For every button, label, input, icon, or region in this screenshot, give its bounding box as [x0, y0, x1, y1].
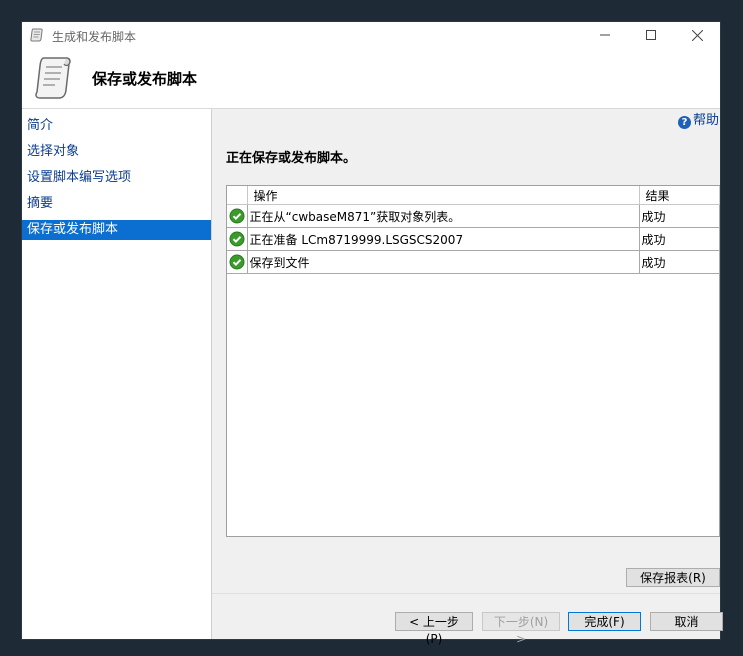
footer-divider [212, 593, 720, 594]
script-scroll-icon [30, 28, 43, 42]
nav-item-select-objects[interactable]: 选择对象 [22, 142, 211, 162]
table-row[interactable]: 保存到文件 成功 [227, 250, 720, 274]
table-row[interactable]: 正在从“cwbaseM871”获取对象列表。 成功 [227, 204, 720, 228]
help-link[interactable]: ? 帮助 [678, 113, 719, 129]
window-title: 生成和发布脚本 [52, 30, 137, 44]
success-check-icon [229, 208, 245, 224]
maximize-icon [646, 30, 656, 40]
row-action: 正在准备 LCm8719999.LSGSCS2007 [247, 227, 640, 251]
row-result: 成功 [639, 204, 720, 228]
row-result: 成功 [639, 250, 720, 274]
grid-header-row: 操作 结果 [227, 186, 720, 205]
row-result: 成功 [639, 227, 720, 251]
column-header-result[interactable]: 结果 [639, 186, 720, 205]
row-action: 正在从“cwbaseM871”获取对象列表。 [247, 204, 640, 228]
results-grid[interactable]: 操作 结果 正在从“cwbaseM871”获取对象列表。 成功 正在准备 LCm… [226, 185, 720, 537]
minimize-icon [600, 34, 610, 36]
wizard-header: 保存或发布脚本 [22, 48, 720, 109]
row-action: 保存到文件 [247, 250, 640, 274]
nav-item-script-options[interactable]: 设置脚本编写选项 [22, 168, 211, 188]
title-bar: 生成和发布脚本 [22, 22, 720, 48]
minimize-button[interactable] [582, 22, 628, 48]
close-button[interactable] [674, 22, 720, 48]
next-button[interactable]: 下一步(N) > [482, 612, 560, 646]
script-scroll-icon [35, 57, 71, 99]
success-check-icon [229, 231, 245, 247]
cancel-button[interactable]: 取消 [650, 612, 723, 631]
column-header-action[interactable]: 操作 [247, 186, 640, 205]
finish-button[interactable]: 完成(F) [568, 612, 641, 631]
success-check-icon [229, 254, 245, 270]
main-content: ? 帮助 正在保存或发布脚本。 操作 结果 正在从“cwbaseM871”获取对… [212, 109, 720, 587]
help-icon: ? [678, 116, 691, 129]
table-row[interactable]: 正在准备 LCm8719999.LSGSCS2007 成功 [227, 227, 720, 251]
back-button[interactable]: < 上一步(P) [395, 612, 473, 646]
page-title: 保存或发布脚本 [92, 70, 198, 88]
nav-item-summary[interactable]: 摘要 [22, 194, 211, 214]
help-label: 帮助 [693, 113, 720, 128]
nav-item-intro[interactable]: 简介 [22, 116, 211, 136]
nav-item-save-publish[interactable]: 保存或发布脚本 [22, 220, 211, 240]
status-heading: 正在保存或发布脚本。 [226, 151, 357, 166]
close-icon [691, 29, 703, 42]
wizard-window: 生成和发布脚本 保存或发布脚本 简介 选择对象 设置脚本编写选项 摘要 保存或发… [21, 21, 723, 646]
grid-header-icon [227, 186, 248, 205]
maximize-button[interactable] [628, 22, 674, 48]
save-report-button[interactable]: 保存报表(R) [626, 568, 720, 587]
wizard-nav: 简介 选择对象 设置脚本编写选项 摘要 保存或发布脚本 [22, 109, 212, 639]
